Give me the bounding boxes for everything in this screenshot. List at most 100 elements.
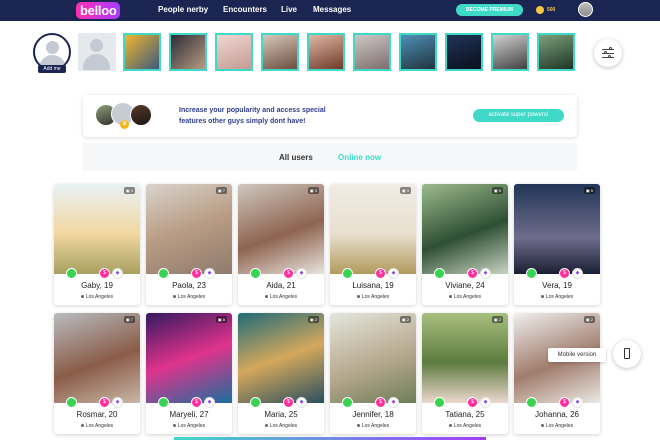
nav-encounters[interactable]: Encounters — [223, 5, 267, 14]
slider-knob-icon — [608, 55, 611, 58]
profile-photo[interactable] — [422, 313, 508, 403]
profile-photo[interactable] — [146, 184, 232, 274]
location-text: Los Angeles — [85, 294, 114, 300]
profile-photo[interactable] — [54, 313, 140, 403]
profile-photo[interactable] — [330, 184, 416, 274]
send-coins-icon[interactable]: $ — [191, 268, 202, 279]
send-coins-icon[interactable]: $ — [467, 268, 478, 279]
profile-name[interactable]: Aida, 21 — [238, 281, 324, 290]
mobile-version-button[interactable] — [613, 340, 641, 368]
profile-name[interactable]: Maryeli, 27 — [146, 410, 232, 419]
story-thumbnail[interactable] — [491, 33, 529, 71]
story-thumbnail[interactable] — [537, 33, 575, 71]
photo-count-badge: ▣ 4 — [123, 187, 135, 194]
story-thumbnail[interactable] — [215, 33, 253, 71]
send-gift-icon[interactable]: ◆ — [296, 397, 307, 408]
profile-card[interactable]: ▣ 3 $ ◆ Aida, 21 Los Angeles — [238, 184, 324, 305]
tab-all-users[interactable]: All users — [279, 153, 313, 162]
belloo-logo[interactable]: belloo — [76, 2, 121, 19]
send-gift-icon[interactable]: ◆ — [388, 268, 399, 279]
profile-card[interactable]: ▣ 4 $ ◆ Gaby, 19 Los Angeles — [54, 184, 140, 305]
profile-photo[interactable] — [330, 313, 416, 403]
add-me-button[interactable]: Add me — [38, 65, 66, 73]
send-gift-icon[interactable]: ◆ — [112, 268, 123, 279]
user-filter-tabs — [83, 143, 577, 171]
tab-online-now[interactable]: Online now — [338, 153, 381, 162]
story-thumbnail[interactable] — [169, 33, 207, 71]
send-coins-icon[interactable]: $ — [559, 268, 570, 279]
slider-knob-icon — [604, 51, 607, 54]
profile-name[interactable]: Tatiana, 25 — [422, 410, 508, 419]
profile-location: Los Angeles — [514, 423, 600, 429]
profile-photo[interactable] — [54, 184, 140, 274]
profile-card[interactable]: ▣ 3 $ ◆ Luisana, 19 Los Angeles — [330, 184, 416, 305]
story-thumbnail[interactable] — [399, 33, 437, 71]
profile-photo[interactable] — [146, 313, 232, 403]
nav-people-nearby[interactable]: People nerby — [158, 5, 208, 14]
send-coins-icon[interactable]: $ — [191, 397, 202, 408]
profile-name[interactable]: Luisana, 19 — [330, 281, 416, 290]
story-placeholder[interactable] — [78, 33, 116, 71]
send-gift-icon[interactable]: ◆ — [572, 268, 583, 279]
coin-balance[interactable]: 500 — [547, 7, 555, 13]
user-avatar[interactable] — [578, 2, 593, 17]
send-gift-icon[interactable]: ◆ — [480, 397, 491, 408]
send-coins-icon[interactable]: $ — [559, 397, 570, 408]
profile-name[interactable]: Gaby, 19 — [54, 281, 140, 290]
online-status-icon — [158, 397, 169, 408]
online-status-icon — [434, 268, 445, 279]
photo-count: 3 — [406, 188, 409, 193]
send-coins-icon[interactable]: $ — [283, 268, 294, 279]
photo-count: 8 — [222, 317, 225, 322]
filter-button[interactable] — [594, 39, 622, 67]
profile-photo[interactable] — [514, 184, 600, 274]
profile-location: Los Angeles — [238, 423, 324, 429]
profile-name[interactable]: Paola, 23 — [146, 281, 232, 290]
profile-photo[interactable] — [238, 313, 324, 403]
send-gift-icon[interactable]: ◆ — [388, 397, 399, 408]
nav-messages[interactable]: Messages — [313, 5, 351, 14]
placeholder-body — [83, 54, 110, 70]
profile-card[interactable]: ▣ 6 $ ◆ Viviane, 24 Los Angeles — [422, 184, 508, 305]
story-thumbnail[interactable] — [261, 33, 299, 71]
send-coins-icon[interactable]: $ — [375, 268, 386, 279]
story-thumbnail[interactable] — [353, 33, 391, 71]
profile-card[interactable]: ▣ 2 $ ◆ Tatiana, 25 Los Angeles — [422, 313, 508, 434]
send-coins-icon[interactable]: $ — [99, 397, 110, 408]
story-thumbnail[interactable] — [307, 33, 345, 71]
profile-card[interactable]: ▣ 7 $ ◆ Paola, 23 Los Angeles — [146, 184, 232, 305]
send-gift-icon[interactable]: ◆ — [204, 397, 215, 408]
send-coins-icon[interactable]: $ — [99, 268, 110, 279]
story-thumbnail[interactable] — [445, 33, 483, 71]
profile-name[interactable]: Vera, 19 — [514, 281, 600, 290]
send-coins-icon[interactable]: $ — [375, 397, 386, 408]
send-gift-icon[interactable]: ◆ — [572, 397, 583, 408]
send-gift-icon[interactable]: ◆ — [112, 397, 123, 408]
profile-name[interactable]: Rosmar, 20 — [54, 410, 140, 419]
profile-location: Los Angeles — [330, 423, 416, 429]
location-pin-icon — [448, 424, 452, 428]
nav-live[interactable]: Live — [281, 5, 297, 14]
profile-name[interactable]: Maria, 25 — [238, 410, 324, 419]
profile-name[interactable]: Jennifer, 18 — [330, 410, 416, 419]
profile-card[interactable]: ▣ 7 $ ◆ Rosmar, 20 Los Angeles — [54, 313, 140, 434]
profile-card[interactable]: ▣ 8 $ ◆ Maryeli, 27 Los Angeles — [146, 313, 232, 434]
profile-card[interactable]: ▣ 2 $ ◆ Johanna, 26 Los Angeles — [514, 313, 600, 434]
send-coins-icon[interactable]: $ — [283, 397, 294, 408]
profile-card[interactable]: ▣ 5 $ ◆ Vera, 19 Los Angeles — [514, 184, 600, 305]
become-premium-button[interactable]: BECOME PREMIUM — [456, 4, 523, 16]
photo-count-badge: ▣ 5 — [583, 187, 595, 194]
send-gift-icon[interactable]: ◆ — [296, 268, 307, 279]
story-thumbnail[interactable] — [123, 33, 161, 71]
profile-card[interactable]: ▣ 2 $ ◆ Maria, 25 Los Angeles — [238, 313, 324, 434]
profile-photo[interactable] — [238, 184, 324, 274]
activate-super-powers-button[interactable]: activate super powers! — [473, 109, 564, 122]
send-coins-icon[interactable]: $ — [467, 397, 478, 408]
profile-card[interactable]: ▣ 2 $ ◆ Jennifer, 18 Los Angeles — [330, 313, 416, 434]
send-gift-icon[interactable]: ◆ — [204, 268, 215, 279]
location-pin-icon — [80, 424, 84, 428]
profile-name[interactable]: Viviane, 24 — [422, 281, 508, 290]
profile-photo[interactable] — [422, 184, 508, 274]
profile-name[interactable]: Johanna, 26 — [514, 410, 600, 419]
send-gift-icon[interactable]: ◆ — [480, 268, 491, 279]
